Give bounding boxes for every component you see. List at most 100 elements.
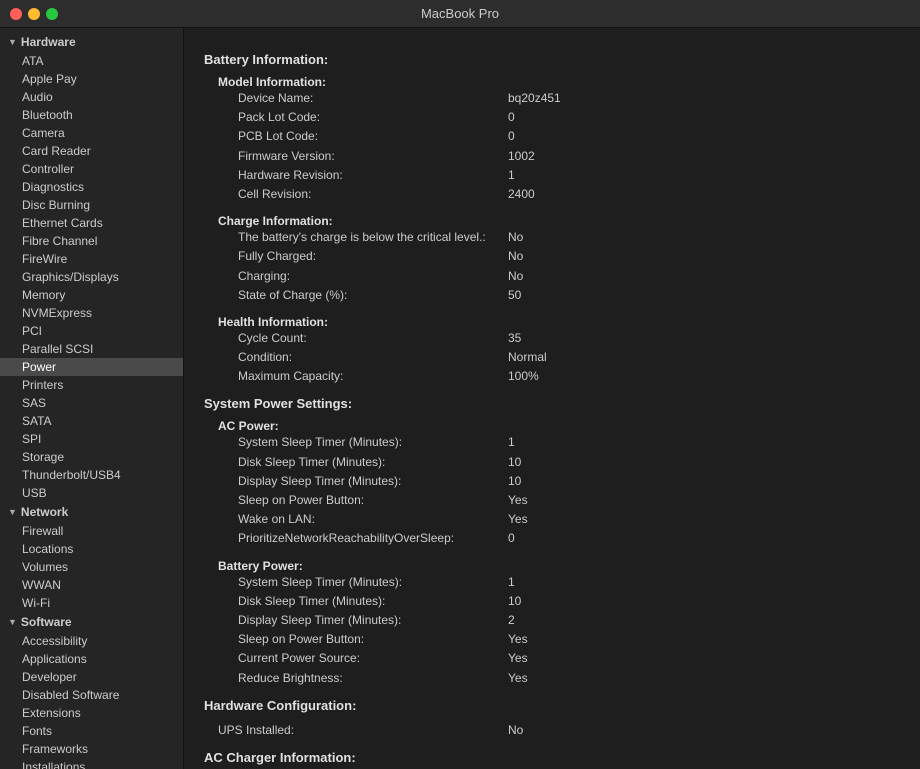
sidebar-item-printers[interactable]: Printers	[0, 376, 183, 394]
sidebar-item-storage[interactable]: Storage	[0, 448, 183, 466]
ac-sys-sleep-value: 1	[508, 433, 515, 452]
device-name-row: Device Name: bq20z451	[208, 89, 900, 108]
sidebar-item-memory[interactable]: Memory	[0, 286, 183, 304]
sidebar-item-locations[interactable]: Locations	[0, 540, 183, 558]
network-label: Network	[21, 505, 68, 519]
bat-current-source-row: Current Power Source: Yes	[208, 649, 900, 668]
titlebar: MacBook Pro	[0, 0, 920, 28]
sidebar-item-diagnostics[interactable]: Diagnostics	[0, 178, 183, 196]
sidebar-item-thunderbolt-usb4[interactable]: Thunderbolt/USB4	[0, 466, 183, 484]
sidebar-item-wwan[interactable]: WWAN	[0, 576, 183, 594]
ups-value: No	[508, 721, 523, 740]
pack-lot-label: Pack Lot Code:	[208, 108, 508, 127]
sidebar-item-parallel-scsi[interactable]: Parallel SCSI	[0, 340, 183, 358]
device-name-value: bq20z451	[508, 89, 561, 108]
sidebar-item-firewire[interactable]: FireWire	[0, 250, 183, 268]
sidebar-item-volumes[interactable]: Volumes	[0, 558, 183, 576]
network-arrow-icon: ▼	[8, 507, 17, 517]
max-capacity-row: Maximum Capacity: 100%	[208, 367, 900, 386]
sidebar-item-audio[interactable]: Audio	[0, 88, 183, 106]
sidebar-item-developer[interactable]: Developer	[0, 668, 183, 686]
sidebar-item-installations[interactable]: Installations	[0, 758, 183, 769]
bat-sys-sleep-label: System Sleep Timer (Minutes):	[208, 573, 508, 592]
ac-wake-lan-label: Wake on LAN:	[208, 510, 508, 529]
maximize-button[interactable]	[46, 8, 58, 20]
ac-sleep-power-value: Yes	[508, 491, 528, 510]
hw-config-title: Hardware Configuration:	[204, 698, 900, 713]
ac-prioritize-value: 0	[508, 529, 515, 548]
cycle-count-label: Cycle Count:	[208, 329, 508, 348]
pcb-lot-value: 0	[508, 127, 515, 146]
pcb-lot-row: PCB Lot Code: 0	[208, 127, 900, 146]
sidebar-section-network[interactable]: ▼ Network	[0, 502, 183, 522]
charging-value: No	[508, 267, 523, 286]
sidebar-item-camera[interactable]: Camera	[0, 124, 183, 142]
firmware-value: 1002	[508, 147, 535, 166]
sidebar-item-usb[interactable]: USB	[0, 484, 183, 502]
ac-disk-sleep-label: Disk Sleep Timer (Minutes):	[208, 453, 508, 472]
sidebar-item-card-reader[interactable]: Card Reader	[0, 142, 183, 160]
sidebar-section-software[interactable]: ▼ Software	[0, 612, 183, 632]
ac-disk-sleep-value: 10	[508, 453, 521, 472]
sidebar-item-controller[interactable]: Controller	[0, 160, 183, 178]
hardware-rev-row: Hardware Revision: 1	[208, 166, 900, 185]
sidebar-item-accessibility[interactable]: Accessibility	[0, 632, 183, 650]
battery-info-title: Battery Information:	[204, 52, 900, 67]
sidebar-item-sata[interactable]: SATA	[0, 412, 183, 430]
sidebar-item-extensions[interactable]: Extensions	[0, 704, 183, 722]
charge-info-title: Charge Information:	[208, 214, 900, 228]
charge-below-row: The battery's charge is below the critic…	[208, 228, 900, 247]
sidebar-section-hardware[interactable]: ▼ Hardware	[0, 32, 183, 52]
ac-power-title: AC Power:	[208, 419, 900, 433]
ac-sys-sleep-label: System Sleep Timer (Minutes):	[208, 433, 508, 452]
cycle-count-row: Cycle Count: 35	[208, 329, 900, 348]
bat-sys-sleep-row: System Sleep Timer (Minutes): 1	[208, 573, 900, 592]
bat-sleep-power-label: Sleep on Power Button:	[208, 630, 508, 649]
hardware-arrow-icon: ▼	[8, 37, 17, 47]
charge-below-label: The battery's charge is below the critic…	[208, 228, 508, 247]
charging-label: Charging:	[208, 267, 508, 286]
hardware-rev-value: 1	[508, 166, 515, 185]
ac-wake-lan-value: Yes	[508, 510, 528, 529]
software-arrow-icon: ▼	[8, 617, 17, 627]
sidebar-item-fonts[interactable]: Fonts	[0, 722, 183, 740]
sidebar-item-wifi[interactable]: Wi-Fi	[0, 594, 183, 612]
sidebar-item-disabled-software[interactable]: Disabled Software	[0, 686, 183, 704]
sidebar-item-spi[interactable]: SPI	[0, 430, 183, 448]
sidebar-item-nvmexpress[interactable]: NVMExpress	[0, 304, 183, 322]
close-button[interactable]	[10, 8, 22, 20]
bat-disp-sleep-row: Display Sleep Timer (Minutes): 2	[208, 611, 900, 630]
sidebar-item-firewall[interactable]: Firewall	[0, 522, 183, 540]
sidebar-item-disc-burning[interactable]: Disc Burning	[0, 196, 183, 214]
bat-current-source-label: Current Power Source:	[208, 649, 508, 668]
sidebar-item-ethernet-cards[interactable]: Ethernet Cards	[0, 214, 183, 232]
sidebar-item-power[interactable]: Power	[0, 358, 183, 376]
ac-disp-sleep-label: Display Sleep Timer (Minutes):	[208, 472, 508, 491]
sidebar-item-ata[interactable]: ATA	[0, 52, 183, 70]
sidebar-item-pci[interactable]: PCI	[0, 322, 183, 340]
window-title: MacBook Pro	[421, 6, 499, 21]
charge-info-block: Charge Information: The battery's charge…	[204, 214, 900, 305]
condition-value: Normal	[508, 348, 547, 367]
bat-disp-sleep-value: 2	[508, 611, 515, 630]
bat-reduce-brightness-row: Reduce Brightness: Yes	[208, 669, 900, 688]
model-info-title: Model Information:	[208, 75, 900, 89]
sidebar-item-sas[interactable]: SAS	[0, 394, 183, 412]
fully-charged-value: No	[508, 247, 523, 266]
ups-label: UPS Installed:	[208, 721, 508, 740]
sidebar-item-applications[interactable]: Applications	[0, 650, 183, 668]
bat-disk-sleep-label: Disk Sleep Timer (Minutes):	[208, 592, 508, 611]
sidebar-item-frameworks[interactable]: Frameworks	[0, 740, 183, 758]
system-power-title: System Power Settings:	[204, 396, 900, 411]
sidebar-item-apple-pay[interactable]: Apple Pay	[0, 70, 183, 88]
ac-disp-sleep-row: Display Sleep Timer (Minutes): 10	[208, 472, 900, 491]
sidebar-item-bluetooth[interactable]: Bluetooth	[0, 106, 183, 124]
sidebar[interactable]: ▼ Hardware ATA Apple Pay Audio Bluetooth…	[0, 28, 184, 769]
firmware-row: Firmware Version: 1002	[208, 147, 900, 166]
main-layout: ▼ Hardware ATA Apple Pay Audio Bluetooth…	[0, 28, 920, 769]
ac-wake-lan-row: Wake on LAN: Yes	[208, 510, 900, 529]
minimize-button[interactable]	[28, 8, 40, 20]
sidebar-item-graphics-displays[interactable]: Graphics/Displays	[0, 268, 183, 286]
charging-row: Charging: No	[208, 267, 900, 286]
sidebar-item-fibre-channel[interactable]: Fibre Channel	[0, 232, 183, 250]
